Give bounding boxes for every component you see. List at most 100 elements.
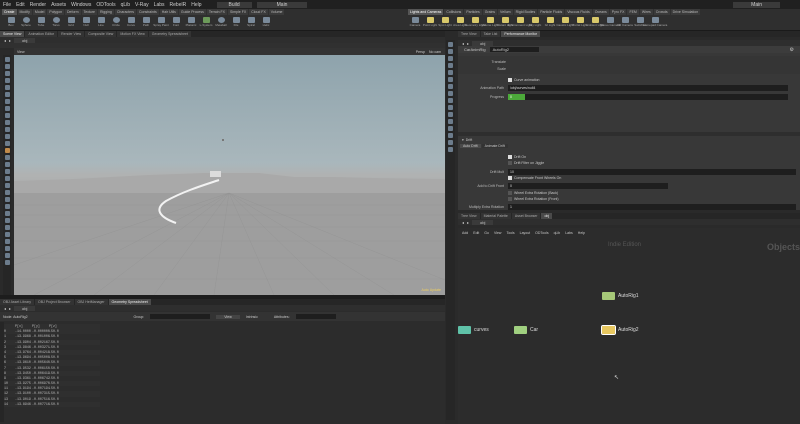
curve-animation-toggle[interactable]: Curve animation: [508, 78, 539, 82]
visibility-icon[interactable]: [4, 162, 10, 167]
normals-icon[interactable]: [448, 84, 453, 89]
ortho-icon[interactable]: [4, 120, 10, 125]
guide-icon[interactable]: [4, 197, 10, 202]
tool-tube[interactable]: Tube: [35, 17, 47, 27]
tool-spiral[interactable]: Spiral: [245, 17, 257, 27]
tool-metaball[interactable]: Metaball: [215, 17, 227, 27]
wire-icon[interactable]: [448, 70, 453, 75]
tool-environment-light[interactable]: Environment Light: [508, 17, 532, 27]
node-curves[interactable]: curves: [458, 326, 489, 334]
tab-auto-drift[interactable]: Auto Drift: [460, 144, 481, 148]
sheet-intrinsic-toggle[interactable]: Intrinsic: [246, 315, 258, 319]
shading-icon[interactable]: [448, 63, 453, 68]
tab-take-list[interactable]: Take List: [480, 31, 501, 37]
multiply-field[interactable]: 1: [508, 204, 796, 210]
tool-file[interactable]: File: [230, 17, 242, 27]
tool-font[interactable]: Font: [170, 17, 182, 27]
template-icon[interactable]: [448, 98, 453, 103]
back-arrow-icon[interactable]: ◂: [462, 41, 464, 46]
animation-path-field[interactable]: /obj/curves/null4: [508, 85, 788, 91]
menu-render[interactable]: Render: [30, 2, 46, 8]
tool-grid[interactable]: Grid: [65, 17, 77, 27]
snapshot-icon[interactable]: [4, 204, 10, 209]
link-icon[interactable]: [448, 133, 453, 138]
view-menu[interactable]: View: [17, 50, 25, 54]
net-menu-labs[interactable]: Labs: [565, 231, 573, 235]
background-icon[interactable]: [448, 56, 453, 61]
menu-odtools[interactable]: ODTools: [96, 2, 115, 8]
scale-icon[interactable]: [4, 78, 10, 83]
tool-stereo-camera[interactable]: Stereo Camera: [600, 17, 620, 27]
snap-icon[interactable]: [4, 113, 10, 118]
tool-portal-light[interactable]: Portal Light: [572, 17, 588, 27]
drift-on-toggle[interactable]: Drift On: [508, 155, 526, 159]
desktop-dropdown-right[interactable]: Main: [733, 1, 780, 8]
wheel-extra-front-toggle[interactable]: Wheel Extra Rotation (Front): [508, 197, 559, 201]
tool-caustic-light[interactable]: Caustic Light: [556, 17, 574, 27]
sheet-group-field[interactable]: [150, 314, 211, 319]
node-autorig1[interactable]: AutoRig1: [602, 292, 639, 300]
param-path[interactable]: obj: [472, 40, 494, 46]
table-row[interactable]: 14 -13.8946 -0.007716 -50.0: [4, 401, 100, 407]
menu-qlib[interactable]: qLib: [121, 2, 130, 8]
tab-performance-monitor[interactable]: Performance Monitor: [501, 31, 541, 37]
net-menu-help[interactable]: Help: [578, 231, 585, 235]
net-menu-odtools[interactable]: ODTools: [535, 231, 548, 235]
render-region-icon[interactable]: [4, 106, 10, 111]
wireframe-icon[interactable]: [4, 169, 10, 174]
forward-arrow-icon[interactable]: ▸: [9, 306, 11, 311]
tool-vr-camera[interactable]: VR Camera: [617, 17, 633, 27]
tool-spray-paint[interactable]: Spray Paint: [153, 17, 169, 27]
tool-sphere[interactable]: Sphere: [20, 17, 32, 27]
forward-arrow-icon[interactable]: ▸: [467, 220, 469, 225]
net-menu-edit[interactable]: Edit: [473, 231, 479, 235]
camera-icon[interactable]: [4, 155, 10, 160]
points-icon[interactable]: [448, 77, 453, 82]
wheel-extra-back-toggle[interactable]: Wheel Extra Rotation (Back): [508, 191, 558, 195]
flipbook-icon[interactable]: [4, 211, 10, 216]
sheet-view-label[interactable]: View: [216, 314, 240, 319]
tool-torus[interactable]: Torus: [50, 17, 62, 27]
tool-line[interactable]: Line: [95, 17, 107, 27]
tool-volume-light[interactable]: Volume Light: [481, 17, 499, 27]
pin-icon[interactable]: [4, 225, 10, 230]
cache-icon[interactable]: [4, 253, 10, 258]
net-menu-view[interactable]: View: [494, 231, 502, 235]
menu-assets[interactable]: Assets: [51, 2, 66, 8]
view-icon[interactable]: [4, 99, 10, 104]
node-car[interactable]: Car: [514, 326, 538, 334]
tool-curve[interactable]: Curve: [125, 17, 137, 27]
tab-tree-view[interactable]: Tree View: [458, 31, 480, 37]
node-name-field[interactable]: AutoRig2: [489, 47, 540, 52]
more-icon[interactable]: [4, 246, 10, 251]
tool-camera[interactable]: Camera: [409, 17, 421, 27]
tab-animate-drift[interactable]: Animate Drift: [481, 144, 508, 148]
menu-file[interactable]: File: [3, 2, 11, 8]
frame-icon[interactable]: [4, 127, 10, 132]
scene-viewport[interactable]: Auto Update: [14, 55, 445, 295]
forward-arrow-icon[interactable]: ▸: [467, 41, 469, 46]
grid-icon[interactable]: [4, 190, 10, 195]
progress-field[interactable]: 0: [508, 94, 788, 100]
tool-platonic[interactable]: Platonic: [185, 17, 197, 27]
tool-sky-light[interactable]: Sky Light: [529, 17, 541, 27]
tool-path[interactable]: Path: [140, 17, 152, 27]
sync-icon[interactable]: [4, 260, 10, 265]
network-path[interactable]: obj: [472, 219, 494, 225]
link-icon[interactable]: [4, 239, 10, 244]
menu-edit[interactable]: Edit: [16, 2, 25, 8]
net-menu-qlib[interactable]: qLib: [554, 231, 561, 235]
lock-icon[interactable]: [4, 232, 10, 237]
camera-menu[interactable]: No cam: [429, 50, 441, 54]
move-icon[interactable]: [4, 64, 10, 69]
drift-multi-field[interactable]: 10: [508, 169, 796, 175]
viewport-path[interactable]: obj: [14, 37, 36, 43]
tool-box[interactable]: Box: [5, 17, 17, 27]
menu-labs[interactable]: Labs: [154, 2, 165, 8]
back-arrow-icon[interactable]: ◂: [4, 306, 6, 311]
persp-menu[interactable]: Persp: [416, 50, 425, 54]
node-autorig2[interactable]: AutoRig2: [601, 325, 639, 335]
desktop-dropdown[interactable]: Main: [256, 1, 308, 8]
pose-icon[interactable]: [4, 92, 10, 97]
display-options-icon[interactable]: [448, 42, 453, 47]
